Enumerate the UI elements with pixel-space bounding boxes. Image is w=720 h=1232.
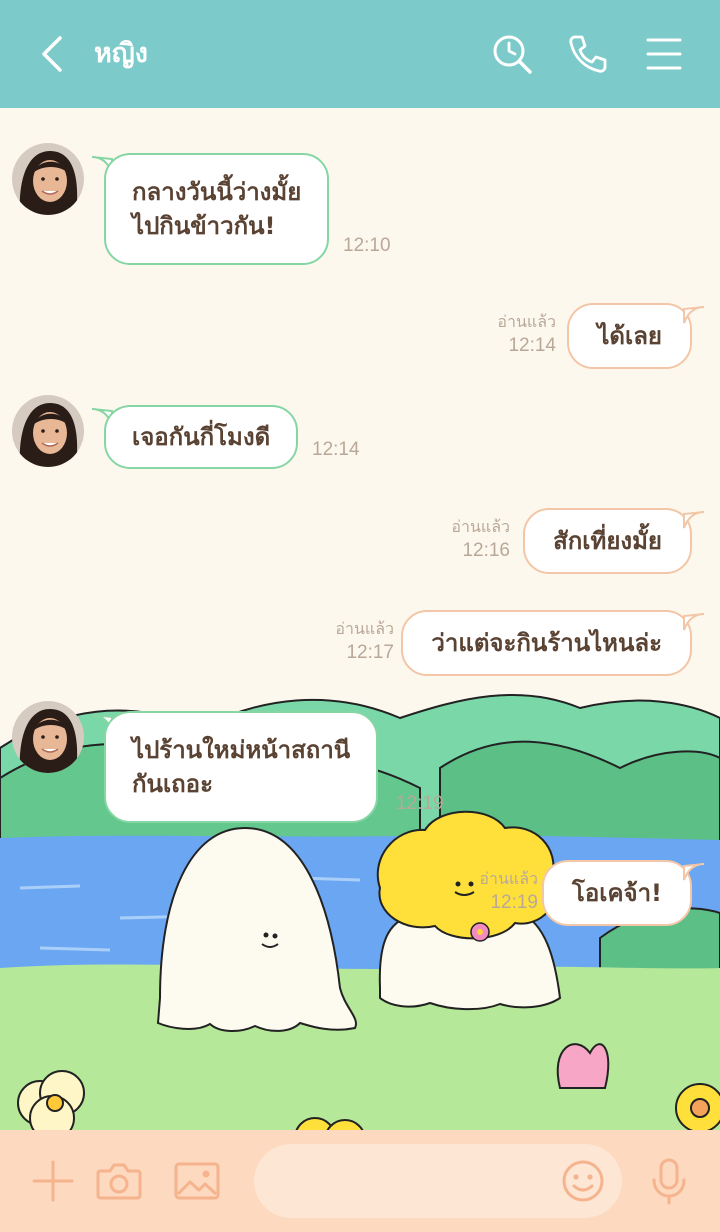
message-line: กันเถอะ	[132, 770, 213, 798]
phone-icon[interactable]	[566, 32, 610, 76]
incoming-message[interactable]: เจอกันกี่โมงดี	[104, 405, 299, 469]
message-time: 12:10	[343, 235, 391, 256]
message-time: 12:17	[346, 642, 394, 663]
message-line: ไปกินข้าวกัน!	[132, 212, 276, 240]
incoming-message[interactable]: ไปร้านใหม่หน้าสถานี กันเถอะ	[104, 711, 379, 823]
message-line: ไปร้านใหม่หน้าสถานี	[132, 736, 351, 764]
outgoing-message[interactable]: สักเที่ยงมั้ย	[523, 508, 692, 574]
message-time: 12:19	[490, 892, 538, 913]
message-meta: อ่านแล้ว 12:19	[479, 870, 538, 916]
message-text: เจอกันกี่โมงดี	[132, 423, 271, 451]
outgoing-message[interactable]: โอเคจ้า!	[541, 860, 692, 926]
menu-icon[interactable]	[642, 32, 686, 76]
avatar[interactable]	[12, 143, 84, 215]
chat-title[interactable]: หญิง	[94, 34, 148, 74]
back-icon[interactable]	[34, 34, 74, 74]
avatar[interactable]	[12, 395, 84, 467]
bubble-tail	[683, 511, 704, 529]
incoming-message[interactable]: กลางวันนี้ว่างมั้ย ไปกินข้าวกัน!	[104, 153, 330, 265]
image-icon[interactable]	[172, 1156, 222, 1206]
message-time: 12:16	[462, 540, 510, 561]
chat-area[interactable]: กลางวันนี้ว่างมั้ย ไปกินข้าวกัน! 12:10 อ…	[0, 108, 720, 1130]
message-line: กลางวันนี้ว่างมั้ย	[132, 178, 302, 206]
read-receipt: อ่านแล้ว	[335, 621, 394, 638]
message-time: 12:14	[508, 335, 556, 356]
outgoing-message[interactable]: ได้เลย	[567, 303, 692, 369]
emoji-icon[interactable]	[558, 1156, 608, 1206]
search-history-icon[interactable]	[490, 32, 534, 76]
message-time: 12:14	[312, 439, 360, 460]
read-receipt: อ่านแล้ว	[451, 519, 510, 536]
read-receipt: อ่านแล้ว	[479, 871, 538, 888]
message-input[interactable]	[278, 1162, 558, 1200]
camera-icon[interactable]	[94, 1156, 144, 1206]
message-text: ได้เลย	[597, 322, 662, 350]
read-receipt: อ่านแล้ว	[497, 314, 556, 331]
avatar[interactable]	[12, 701, 84, 773]
message-text: โอเคจ้า!	[571, 879, 662, 907]
chat-header: หญิง	[0, 0, 720, 108]
plus-icon[interactable]	[28, 1156, 78, 1206]
bubble-tail	[683, 613, 704, 631]
message-meta: อ่านแล้ว 12:14	[497, 313, 556, 359]
message-text: สักเที่ยงมั้ย	[553, 527, 662, 555]
message-meta: อ่านแล้ว 12:17	[335, 620, 394, 666]
message-input-box[interactable]	[254, 1144, 622, 1218]
bubble-tail	[683, 863, 704, 881]
outgoing-message[interactable]: ว่าแต่จะกินร้านไหนล่ะ	[401, 610, 692, 676]
bubble-tail	[683, 306, 704, 324]
microphone-icon[interactable]	[644, 1156, 694, 1206]
message-time: 12:19	[396, 793, 444, 814]
composer-bar	[0, 1130, 720, 1232]
message-meta: อ่านแล้ว 12:16	[451, 518, 510, 564]
message-text: ว่าแต่จะกินร้านไหนล่ะ	[431, 629, 662, 657]
